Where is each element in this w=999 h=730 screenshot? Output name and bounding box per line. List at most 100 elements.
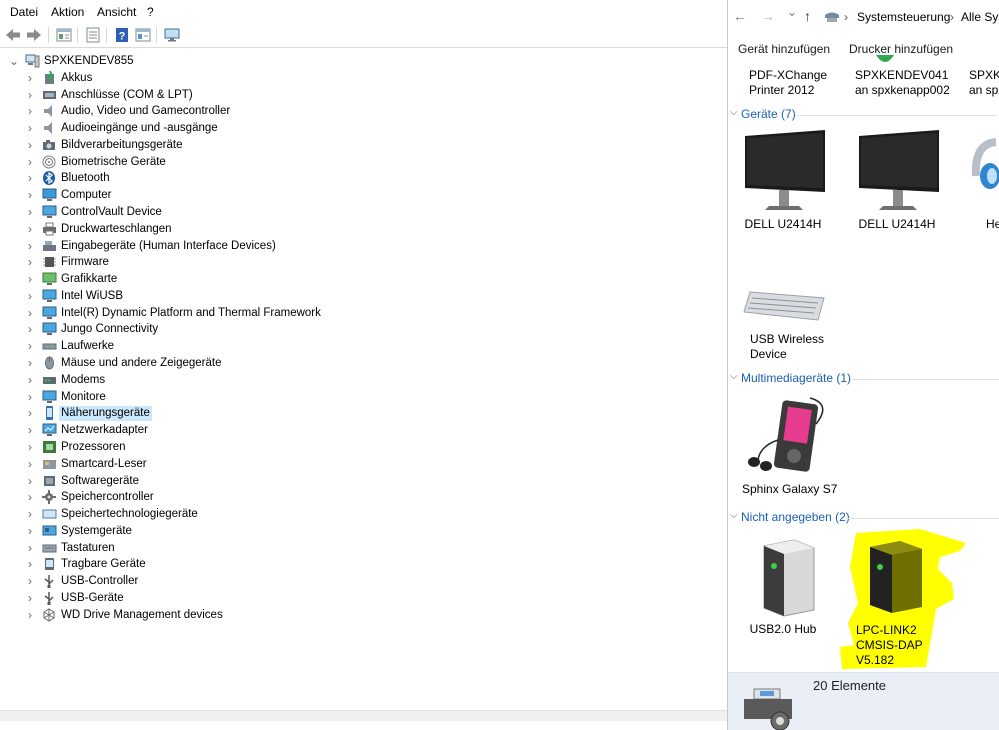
chevron-right-icon[interactable]: › [28, 271, 38, 287]
printer-spxkendev041[interactable]: SPXKENDEV041 an spxkenapp002 [855, 68, 950, 98]
portable-icon [42, 557, 57, 571]
chevron-right-icon[interactable]: › [28, 405, 38, 421]
device-sphinx-galaxy[interactable]: Sphinx Galaxy S7 [738, 392, 848, 502]
add-device-button[interactable]: Gerät hinzufügen [738, 42, 830, 56]
monitor-scan-icon[interactable] [163, 26, 181, 44]
wd-icon [42, 608, 57, 622]
chevron-right-icon[interactable]: › [28, 573, 38, 589]
group-multimedia-header[interactable]: ⌵ Multimediageräte (1) [728, 371, 999, 387]
chevron-right-icon[interactable]: › [28, 238, 38, 254]
properties-icon[interactable] [55, 26, 73, 44]
chevron-right-icon[interactable]: › [28, 540, 38, 556]
chevron-right-icon[interactable]: › [28, 87, 38, 103]
chevron-right-icon[interactable]: › [28, 170, 38, 186]
chevron-right-icon[interactable]: › [28, 254, 38, 270]
device-box-icon [866, 537, 926, 617]
chevron-right-icon[interactable]: › [28, 70, 38, 86]
tree-item-label: Audio, Video und Gamecontroller [61, 105, 231, 117]
help-icon[interactable]: ? [113, 26, 131, 44]
group-devices-header[interactable]: ⌵ Geräte (7) [728, 107, 999, 123]
back-arrow-icon[interactable]: ← [733, 8, 747, 24]
horizontal-scrollbar[interactable] [0, 710, 727, 721]
chevron-right-icon[interactable]: › [28, 338, 38, 354]
device-headset[interactable]: He [966, 128, 999, 238]
tree-item-label: Bildverarbeitungsgeräte [61, 139, 183, 151]
device-lpc-link2[interactable]: LPC-LINK2 CMSIS-DAP V5.182 [840, 527, 970, 672]
device-label: SPXKE [969, 68, 999, 82]
group-unspecified-header[interactable]: ⌵ Nicht angegeben (2) [728, 510, 999, 526]
system-icon [42, 524, 57, 538]
chevron-right-icon[interactable]: › [28, 389, 38, 405]
chevron-down-icon[interactable]: ⌄ [9, 53, 19, 69]
device-label: Device [750, 347, 787, 361]
menu-file[interactable]: Datei [10, 5, 38, 19]
tree-item-label: ControlVault Device [61, 206, 162, 218]
add-printer-button[interactable]: Drucker hinzufügen [849, 42, 953, 56]
bluetooth-icon [42, 171, 57, 185]
chevron-right-icon[interactable]: › [28, 137, 38, 153]
device-printer-icon [740, 687, 796, 730]
tree-item-label: Akkus [61, 72, 93, 84]
address-bar[interactable]: › Systemsteuerung › Alle Sys [820, 6, 999, 28]
usb-icon [42, 591, 57, 605]
chevron-right-icon[interactable]: › [28, 372, 38, 388]
printer-pdfxchange[interactable]: PDF-XChange Printer 2012 [749, 68, 827, 98]
printer-partial[interactable]: SPXKE an spx [969, 68, 999, 98]
smartcard-icon [42, 457, 57, 471]
chevron-right-icon[interactable]: › [28, 556, 38, 572]
tree-item-label: Monitore [61, 391, 106, 403]
device-usb-hub[interactable]: USB2.0 Hub [738, 532, 828, 642]
chevron-right-icon[interactable]: › [28, 607, 38, 623]
chevron-right-icon[interactable]: › [28, 120, 38, 136]
chevron-right-icon[interactable]: › [28, 355, 38, 371]
forward-arrow-icon[interactable]: → [761, 8, 775, 24]
tree-item-label: Computer [61, 189, 112, 201]
up-arrow-icon[interactable]: ↑ [804, 8, 811, 24]
tree-item-label: Näherungsgeräte [59, 406, 152, 421]
device-label: DELL U2414H [744, 217, 822, 231]
chevron-right-icon[interactable]: › [28, 590, 38, 606]
tree-item-label: Speichercontroller [61, 491, 154, 503]
chevron-right-icon[interactable]: › [28, 221, 38, 237]
group-divider [848, 518, 999, 519]
toolbar-separator [106, 27, 107, 43]
chevron-right-icon[interactable]: › [28, 523, 38, 539]
chevron-right-icon[interactable]: › [28, 154, 38, 170]
list-view-icon[interactable] [84, 26, 102, 44]
chevron-right-icon[interactable]: › [28, 439, 38, 455]
breadcrumb-control-panel[interactable]: Systemsteuerung [857, 10, 950, 24]
monitor-icon [855, 130, 941, 222]
tree-item-label: Tastaturen [61, 542, 115, 554]
breadcrumb-all-items[interactable]: Alle Sys [961, 10, 999, 24]
chevron-right-icon[interactable]: › [28, 473, 38, 489]
recent-locations-dropdown[interactable]: ⌄ [787, 5, 797, 19]
chevron-right-icon[interactable]: › [28, 456, 38, 472]
chevron-right-icon[interactable]: › [28, 187, 38, 203]
keyboard-icon [42, 541, 57, 555]
tree-root[interactable]: ⌄ SPXKENDEV855 [0, 53, 300, 70]
chevron-right-icon[interactable]: › [28, 422, 38, 438]
chevron-right-icon[interactable]: › [28, 204, 38, 220]
chevron-right-icon[interactable]: › [28, 305, 38, 321]
chevron-right-icon[interactable]: › [28, 506, 38, 522]
chevron-right-icon[interactable]: › [28, 288, 38, 304]
device-label: Printer 2012 [749, 83, 815, 97]
navigation-bar: ← → ⌄ ↑ › Systemsteuerung › Alle Sys [728, 0, 999, 34]
device-manager-window: Datei Aktion Ansicht ? ? ⌄ SPXKENDEV855 … [0, 0, 728, 730]
explorer-window: ← → ⌄ ↑ › Systemsteuerung › Alle Sys Ger… [728, 0, 999, 730]
chevron-right-icon[interactable]: › [28, 103, 38, 119]
devices-content: PDF-XChange Printer 2012 SPXKENDEV041 an… [728, 55, 999, 672]
forward-arrow-icon[interactable] [25, 26, 43, 44]
control-panel-icon [824, 9, 840, 28]
details-view-icon[interactable] [134, 26, 152, 44]
menu-help[interactable]: ? [147, 5, 154, 19]
chevron-right-icon[interactable]: › [28, 489, 38, 505]
device-dell-monitor-1[interactable]: DELL U2414H [738, 128, 828, 238]
device-usb-wireless[interactable]: USB Wireless Device [738, 286, 828, 366]
monitor-icon [741, 130, 827, 222]
menu-action[interactable]: Aktion [51, 5, 84, 19]
back-arrow-icon[interactable] [4, 26, 22, 44]
menu-view[interactable]: Ansicht [97, 5, 136, 19]
device-dell-monitor-2[interactable]: DELL U2414H [852, 128, 942, 238]
chevron-right-icon[interactable]: › [28, 321, 38, 337]
